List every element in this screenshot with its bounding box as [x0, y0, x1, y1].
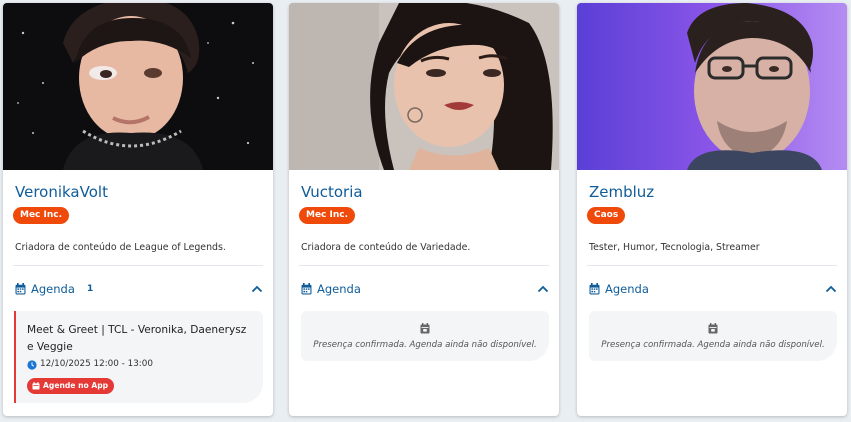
creator-card-veronikavolt: VeronikaVolt Mec Inc. Criadora de conteú… [3, 3, 273, 416]
divider [299, 265, 549, 266]
agenda-empty-state: Presença confirmada. Agenda ainda não di… [589, 311, 837, 361]
chevron-up-icon[interactable] [251, 284, 263, 294]
chevron-up-icon[interactable] [537, 284, 549, 294]
calendar-icon [589, 283, 600, 295]
creator-photo [289, 3, 559, 170]
agenda-label: Agenda [317, 282, 361, 296]
calendar-icon [420, 323, 430, 334]
creator-tag-badge: Caos [587, 207, 626, 224]
creator-tag-badge: Mec Inc. [299, 207, 356, 224]
creator-name[interactable]: VeronikaVolt [15, 183, 108, 201]
creator-photo [577, 3, 847, 170]
schedule-in-app-label: Agende no App [43, 381, 109, 390]
agenda-count-badge: 1 [87, 284, 94, 294]
calendar-icon [708, 323, 718, 334]
chevron-up-icon[interactable] [825, 284, 837, 294]
agenda-toggle[interactable]: Agenda 1 [15, 282, 263, 298]
schedule-in-app-button[interactable]: Agende no App [27, 378, 115, 394]
creator-name[interactable]: Vuctoria [301, 183, 363, 201]
event-title: Meet & Greet | TCL - Veronika, Daenerysz… [27, 324, 247, 353]
agenda-empty-state: Presença confirmada. Agenda ainda não di… [301, 311, 549, 361]
event-time-text: 12/10/2025 12:00 - 13:00 [40, 359, 153, 369]
agenda-toggle[interactable]: Agenda [301, 282, 549, 298]
calendar-icon [15, 283, 26, 295]
creator-description: Tester, Humor, Tecnologia, Streamer [589, 242, 760, 253]
creator-card-zembluz: Zembluz Caos Tester, Humor, Tecnologia, … [577, 3, 847, 416]
creator-description: Criadora de conteúdo de Variedade. [301, 242, 471, 253]
divider [587, 265, 837, 266]
creator-tag-badge: Mec Inc. [13, 207, 70, 224]
creator-name[interactable]: Zembluz [589, 183, 654, 201]
agenda-event: Meet & Greet | TCL - Veronika, Daenerysz… [14, 311, 263, 403]
agenda-label: Agenda [31, 282, 75, 296]
agenda-label: Agenda [605, 282, 649, 296]
creator-card-vuctoria: Vuctoria Mec Inc. Criadora de conteúdo d… [289, 3, 559, 416]
calendar-icon [301, 283, 312, 295]
calendar-icon [32, 382, 40, 390]
agenda-empty-text: Presença confirmada. Agenda ainda não di… [313, 340, 537, 350]
divider [13, 265, 263, 266]
clock-icon [27, 360, 37, 370]
agenda-empty-text: Presença confirmada. Agenda ainda não di… [601, 340, 825, 350]
agenda-toggle[interactable]: Agenda [589, 282, 837, 298]
creator-description: Criadora de conteúdo de League of Legend… [15, 242, 226, 253]
creator-photo [3, 3, 273, 170]
